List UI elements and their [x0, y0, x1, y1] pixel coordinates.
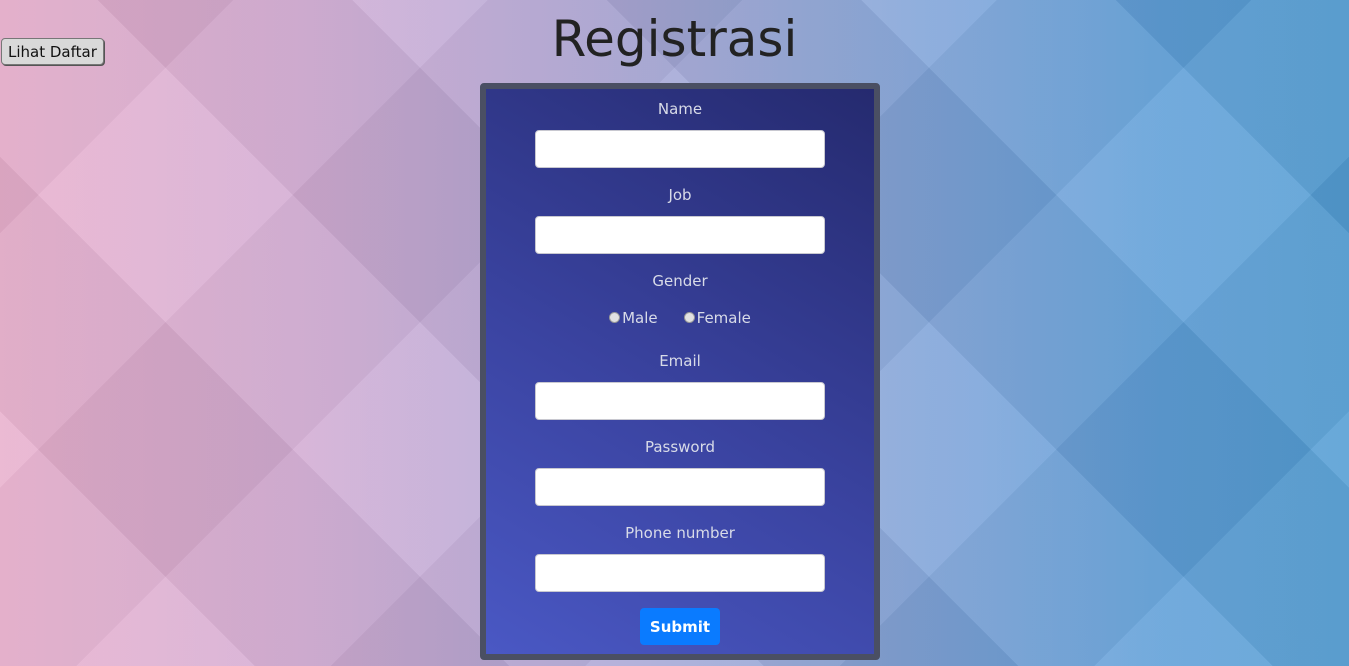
radio-male[interactable]	[609, 311, 621, 323]
gender-option-male-label: Male	[622, 309, 658, 327]
registration-form: Name Job Gender Male Female Email Passwo…	[480, 83, 880, 660]
gender-label: Gender	[652, 272, 708, 290]
email-input[interactable]	[535, 382, 825, 420]
name-input[interactable]	[535, 130, 825, 168]
password-label: Password	[644, 438, 716, 456]
phone-input[interactable]	[535, 554, 825, 592]
gender-option-female-label: Female	[696, 309, 751, 327]
password-input[interactable]	[535, 468, 825, 506]
name-label: Name	[657, 100, 703, 118]
job-input[interactable]	[535, 216, 825, 254]
gender-radio-group: Male Female	[486, 307, 874, 329]
phone-label: Phone number	[625, 524, 735, 542]
page-title: Registrasi	[551, 10, 798, 68]
submit-button[interactable]: Submit	[640, 608, 720, 645]
gender-option-male[interactable]: Male	[609, 309, 658, 327]
email-label: Email	[659, 352, 701, 370]
radio-female[interactable]	[683, 311, 695, 323]
gender-option-female[interactable]: Female	[683, 309, 751, 327]
job-label: Job	[668, 186, 692, 204]
